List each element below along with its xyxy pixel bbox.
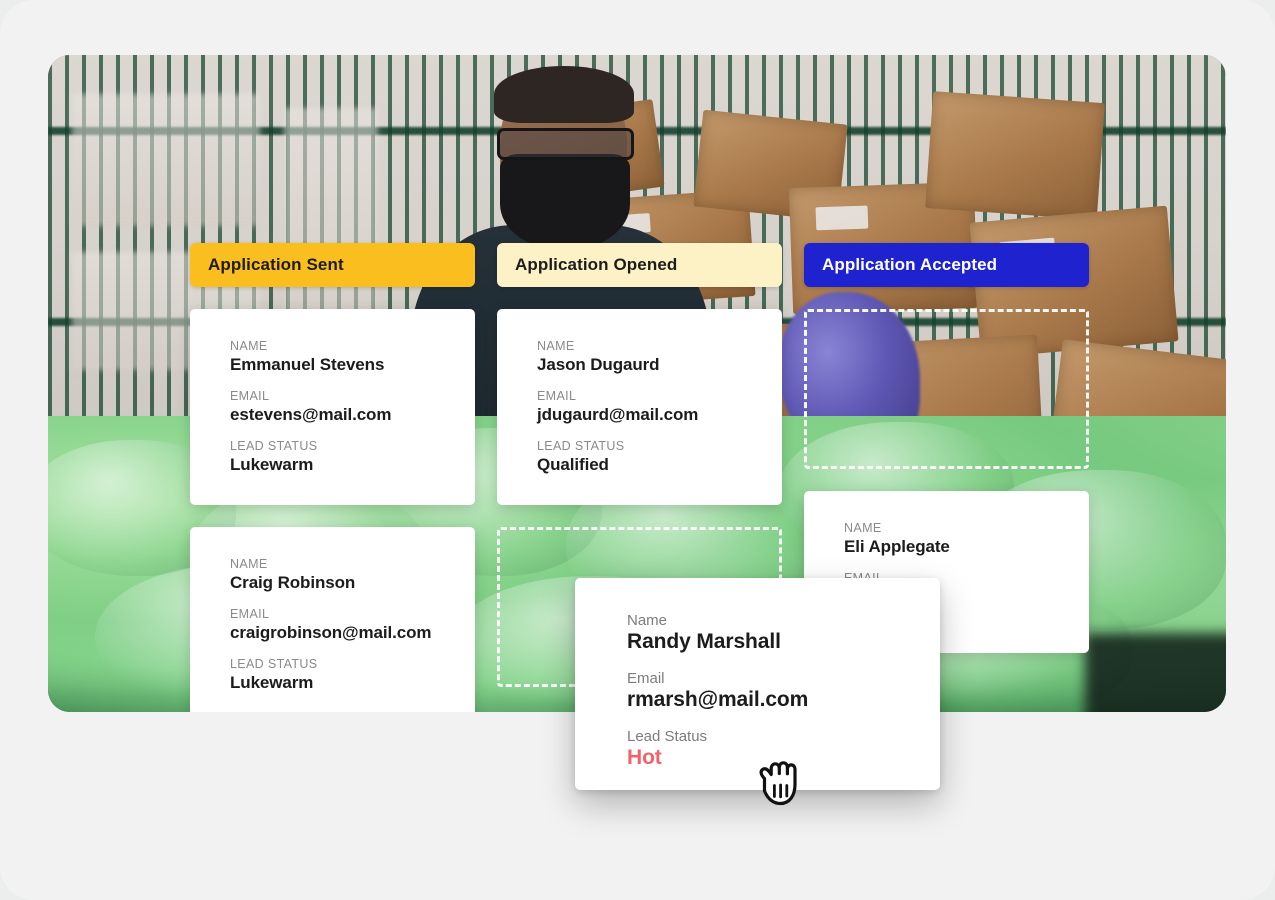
field-label-lead-status: LEAD STATUS xyxy=(537,439,625,453)
card-field-email: EMAIL craigrobinson@mail.com xyxy=(230,607,453,643)
column-header-application-accepted[interactable]: Application Accepted xyxy=(804,243,1089,287)
field-value-name: Emmanuel Stevens xyxy=(230,355,385,374)
field-value-email: rmarsh@mail.com xyxy=(627,688,809,711)
field-value-email: craigrobinson@mail.com xyxy=(230,623,432,642)
lead-card-craig-robinson[interactable]: NAME Craig Robinson EMAIL craigrobinson@… xyxy=(190,527,475,712)
field-label-name: NAME xyxy=(537,339,575,353)
field-value-lead-status: Lukewarm xyxy=(230,455,314,474)
field-label-lead-status: LEAD STATUS xyxy=(230,439,318,453)
field-label-name: NAME xyxy=(844,521,882,535)
field-label-lead-status: Lead Status xyxy=(627,728,708,745)
field-label-name: Name xyxy=(627,612,668,629)
kanban-column-application-sent: Application Sent NAME Emmanuel Stevens E… xyxy=(190,243,475,712)
photo-worker-hair xyxy=(493,66,634,123)
column-title: Application Accepted xyxy=(822,255,998,274)
field-label-name: NAME xyxy=(230,557,268,571)
field-label-lead-status: LEAD STATUS xyxy=(230,657,318,671)
field-value-name: Eli Applegate xyxy=(844,537,950,556)
field-value-email: jdugaurd@mail.com xyxy=(537,405,699,424)
card-field-lead-status: LEAD STATUS Lukewarm xyxy=(230,657,453,693)
card-field-name: NAME Eli Applegate xyxy=(844,521,1067,557)
field-label-email: EMAIL xyxy=(537,389,577,403)
field-label-name: NAME xyxy=(230,339,268,353)
column-header-application-sent[interactable]: Application Sent xyxy=(190,243,475,287)
field-value-name: Jason Dugaurd xyxy=(537,355,660,374)
card-field-lead-status: LEAD STATUS Lukewarm xyxy=(230,439,453,475)
page-surface: ES PARA SE xyxy=(0,0,1275,900)
field-value-name: Craig Robinson xyxy=(230,573,356,592)
field-value-email: estevens@mail.com xyxy=(230,405,392,424)
photo-worker-face-mask xyxy=(499,153,631,250)
card-field-email: Email rmarsh@mail.com xyxy=(627,670,914,712)
field-value-lead-status: Lukewarm xyxy=(230,673,314,692)
field-label-email: EMAIL xyxy=(230,389,270,403)
column-title: Application Sent xyxy=(208,255,344,274)
photo-window xyxy=(71,94,261,226)
column-header-application-opened[interactable]: Application Opened xyxy=(497,243,782,287)
card-field-name: Name Randy Marshall xyxy=(627,612,914,654)
card-field-name: NAME Jason Dugaurd xyxy=(537,339,760,375)
lead-card-jason-dugaurd[interactable]: NAME Jason Dugaurd EMAIL jdugaurd@mail.c… xyxy=(497,309,782,505)
lead-card-emmanuel-stevens[interactable]: NAME Emmanuel Stevens EMAIL estevens@mai… xyxy=(190,309,475,505)
photo-worker-glasses xyxy=(496,128,634,161)
card-field-name: NAME Emmanuel Stevens xyxy=(230,339,453,375)
drop-placeholder-application-accepted[interactable] xyxy=(804,309,1089,469)
field-value-lead-status: Qualified xyxy=(537,455,609,474)
photo-shadow-gap xyxy=(1084,633,1226,712)
photo-box xyxy=(925,91,1105,220)
card-field-lead-status: LEAD STATUS Qualified xyxy=(537,439,760,475)
column-title: Application Opened xyxy=(515,255,678,274)
field-label-email: EMAIL xyxy=(230,607,270,621)
field-value-name: Randy Marshall xyxy=(627,630,781,653)
card-field-email: EMAIL estevens@mail.com xyxy=(230,389,453,425)
field-label-email: Email xyxy=(627,670,665,687)
card-field-name: NAME Craig Robinson xyxy=(230,557,453,593)
grabbing-hand-cursor xyxy=(752,758,806,810)
card-field-email: EMAIL jdugaurd@mail.com xyxy=(537,389,760,425)
